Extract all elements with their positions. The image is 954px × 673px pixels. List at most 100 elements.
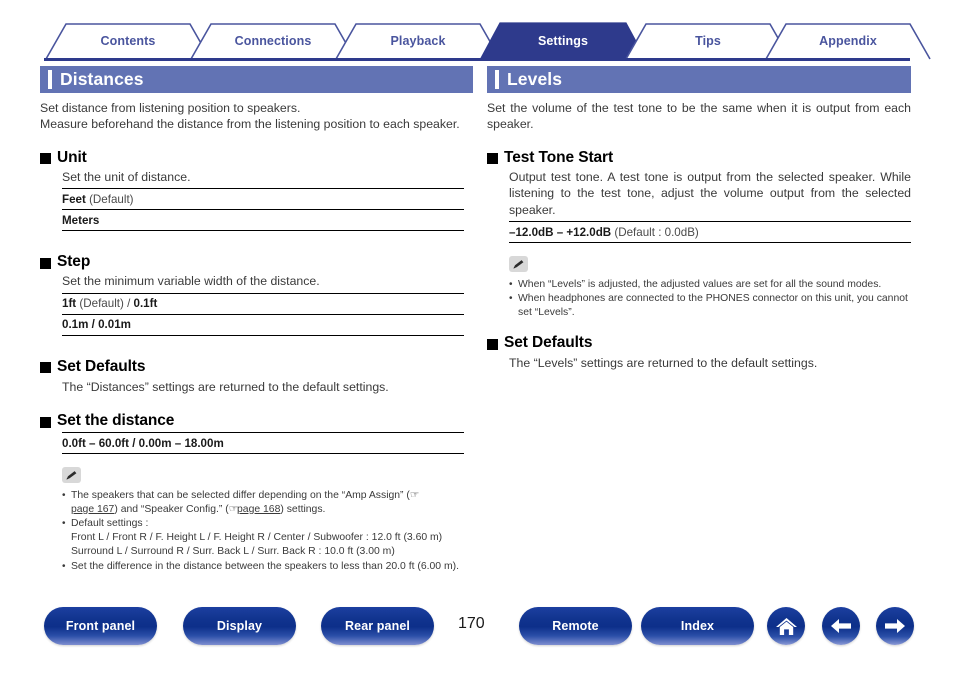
- option-row-ft[interactable]: 1ft (Default) / 0.1ft: [62, 292, 464, 314]
- arrow-left-icon: [831, 619, 851, 633]
- step-body: Set the minimum variable width of the di…: [62, 273, 464, 336]
- button-label: Rear panel: [345, 619, 410, 633]
- note-subitem: Front L / Front R / F. Height L / F. Hei…: [71, 532, 443, 544]
- tab-label: Tips: [695, 34, 721, 48]
- option-value: Meters: [62, 213, 100, 227]
- intro-line-2: Measure beforehand the distance from the…: [40, 117, 460, 132]
- index-button[interactable]: Index: [641, 607, 754, 645]
- option-row-distance-range[interactable]: 0.0ft – 60.0ft / 0.00m – 18.00m: [62, 432, 464, 455]
- note-item: The speakers that can be selected differ…: [62, 489, 464, 517]
- front-panel-button[interactable]: Front panel: [44, 607, 157, 645]
- heading-set-defaults: Set Defaults: [40, 358, 464, 376]
- option-value-b: 0.1ft: [133, 297, 158, 311]
- note-text-pre: The speakers that can be selected differ…: [71, 489, 410, 501]
- note-list-right: When “Levels” is adjusted, the adjusted …: [509, 278, 911, 321]
- set-defaults-levels-description: The “Levels” settings are returned to th…: [509, 356, 818, 371]
- footer-bar: Front panel Display Rear panel 170 Remot…: [0, 607, 954, 651]
- heading-step: Step: [40, 253, 464, 271]
- button-label: Remote: [552, 619, 599, 633]
- intro-levels: Set the volume of the test tone to be th…: [487, 101, 911, 132]
- section-accent: [495, 70, 499, 89]
- square-bullet-icon: [40, 362, 51, 374]
- square-bullet-icon: [40, 257, 51, 269]
- option-value-a: 0.1m: [62, 318, 89, 332]
- tab-playback[interactable]: Playback: [334, 22, 502, 60]
- option-default-tag: (Default : 0.0dB): [611, 225, 699, 239]
- tab-label: Contents: [100, 34, 156, 48]
- remote-button[interactable]: Remote: [519, 607, 632, 645]
- square-bullet-icon: [487, 338, 498, 350]
- test-tone-body: Output test tone. A test tone is output …: [509, 169, 911, 244]
- test-tone-description: Output test tone. A test tone is output …: [509, 169, 911, 217]
- heading-label: Step: [57, 253, 91, 271]
- page-ref-link[interactable]: page 167: [71, 504, 114, 515]
- note-text: Default settings :: [71, 517, 149, 529]
- heading-label: Unit: [57, 148, 87, 166]
- pencil-glyph: [66, 470, 77, 480]
- tab-contents[interactable]: Contents: [44, 22, 212, 60]
- page-ref-link[interactable]: page 168: [237, 504, 280, 515]
- step-description: Set the minimum variable width of the di…: [62, 274, 320, 289]
- note-item: When “Levels” is adjusted, the adjusted …: [509, 278, 911, 292]
- left-column: Set distance from listening position to …: [40, 100, 464, 574]
- set-defaults-levels-body: The “Levels” settings are returned to th…: [509, 355, 911, 371]
- pencil-icon: [62, 467, 81, 484]
- option-separator: (Default) /: [76, 297, 134, 311]
- heading-test-tone-start: Test Tone Start: [487, 149, 911, 167]
- tab-bar-underline: [44, 58, 910, 61]
- pencil-icon: [509, 256, 528, 273]
- tab-appendix[interactable]: Appendix: [764, 22, 932, 60]
- button-label: Display: [216, 619, 263, 633]
- note-text-mid: ) and “Speaker Config.” (: [114, 503, 229, 515]
- option-value-b: 0.01m: [98, 318, 131, 332]
- option-value: Feet: [62, 192, 86, 206]
- unit-body: Set the unit of distance. Feet (Default)…: [62, 169, 464, 232]
- heading-label: Set Defaults: [504, 334, 593, 352]
- page-title-left: Distances: [60, 69, 144, 89]
- right-column: Set the volume of the test tone to be th…: [487, 100, 911, 372]
- heading-label: Test Tone Start: [504, 148, 614, 166]
- unit-description: Set the unit of distance.: [62, 169, 191, 184]
- note-item: When headphones are connected to the PHO…: [509, 292, 911, 320]
- option-row-m[interactable]: 0.1m / 0.01m: [62, 313, 464, 336]
- page-number: 170: [458, 615, 485, 632]
- heading-set-defaults-levels: Set Defaults: [487, 334, 911, 352]
- button-label: Front panel: [65, 619, 136, 633]
- option-row-db-range[interactable]: –12.0dB – +12.0dB (Default : 0.0dB): [509, 221, 911, 244]
- square-bullet-icon: [487, 153, 498, 165]
- back-button[interactable]: [822, 607, 860, 645]
- square-bullet-icon: [40, 153, 51, 165]
- rear-panel-button[interactable]: Rear panel: [321, 607, 434, 645]
- tab-connections[interactable]: Connections: [189, 22, 357, 60]
- note-block-left: The speakers that can be selected differ…: [62, 467, 464, 574]
- option-value-a: 1ft: [62, 297, 77, 311]
- pencil-glyph: [513, 259, 524, 269]
- option-row-meters[interactable]: Meters: [62, 209, 464, 232]
- option-row-feet[interactable]: Feet (Default): [62, 188, 464, 209]
- section-header-levels: Levels: [487, 66, 911, 93]
- forward-button[interactable]: [876, 607, 914, 645]
- note-block-right: When “Levels” is adjusted, the adjusted …: [509, 256, 911, 320]
- note-subitem: Surround L / Surround R / Surr. Back L /…: [71, 546, 395, 558]
- note-item: Set the difference in the distance betwe…: [62, 560, 464, 574]
- home-button[interactable]: [767, 607, 805, 645]
- option-separator: /: [88, 318, 99, 332]
- option-value: –12.0dB – +12.0dB: [509, 225, 612, 239]
- set-defaults-body: The “Distances” settings are returned to…: [62, 379, 464, 395]
- note-item: Default settings :: [62, 517, 464, 531]
- heading-unit: Unit: [40, 149, 464, 167]
- tab-label: Settings: [537, 34, 589, 48]
- heading-set-the-distance: Set the distance: [40, 412, 464, 430]
- option-value: 0.0ft – 60.0ft / 0.00m – 18.00m: [62, 436, 224, 450]
- home-icon: [775, 617, 797, 635]
- display-button[interactable]: Display: [183, 607, 296, 645]
- tab-label: Appendix: [819, 34, 877, 48]
- tab-settings[interactable]: Settings: [479, 22, 647, 60]
- intro-line-1: Set distance from listening position to …: [40, 101, 301, 115]
- note-text-post: ) settings.: [280, 503, 326, 515]
- heading-label: Set the distance: [57, 412, 175, 430]
- option-default-tag: (Default): [85, 192, 134, 206]
- page-title-right: Levels: [507, 69, 563, 89]
- heading-label: Set Defaults: [57, 357, 146, 375]
- tab-bar: Contents Connections Playback Settings T…: [0, 22, 954, 60]
